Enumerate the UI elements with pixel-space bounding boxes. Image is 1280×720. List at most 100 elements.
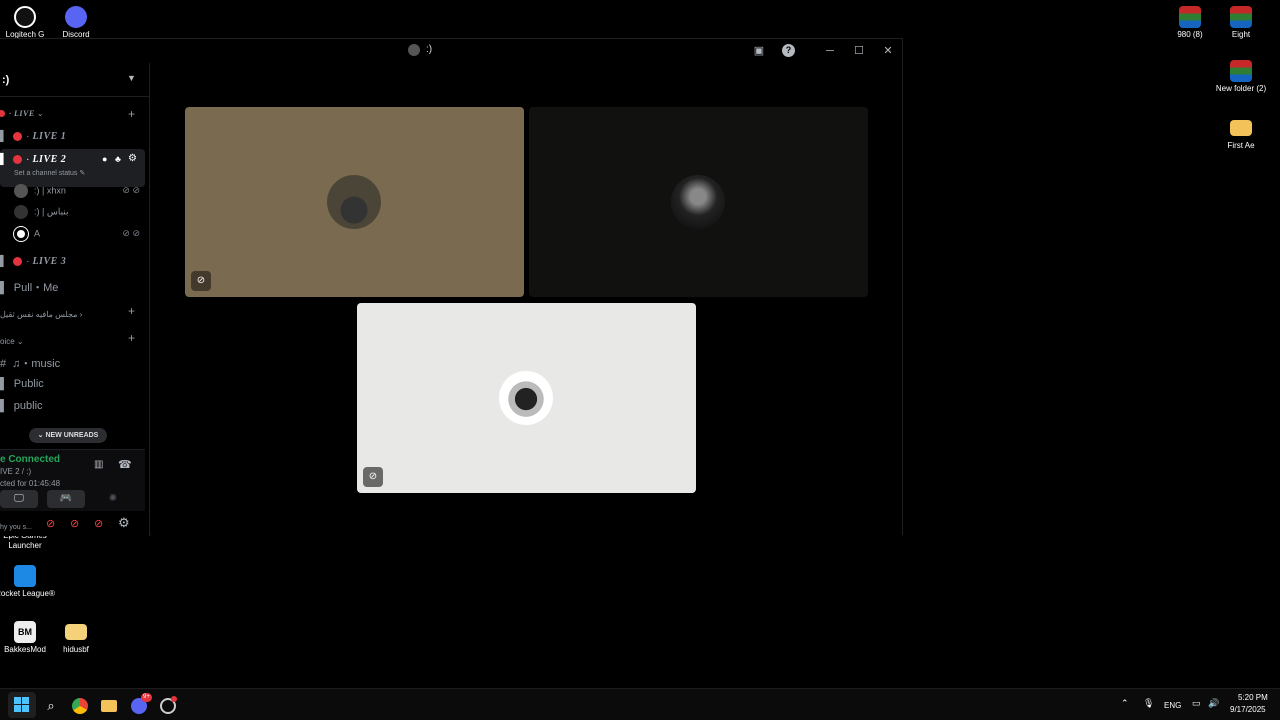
avatar xyxy=(499,371,553,425)
channel-label: Pull・Me xyxy=(13,282,59,294)
discord-icon xyxy=(65,6,87,28)
desktop-icon-hidusbf[interactable]: hidusbf xyxy=(46,621,106,655)
category-arabic[interactable]: مجلس مافيه نفس ثقيل › xyxy=(0,310,145,319)
desktop-icon-discord[interactable]: Discord xyxy=(46,6,106,40)
desktop-icon-first-ae[interactable]: First Ae xyxy=(1211,117,1271,151)
category-live[interactable]: · LIVE ⌄ xyxy=(0,109,145,118)
voice-channel-label[interactable]: IVE 2 / :) xyxy=(0,467,31,476)
noise-suppression-icon[interactable]: ▥ xyxy=(94,459,103,470)
chevron-up-icon[interactable]: ⌃ xyxy=(1121,698,1129,709)
close-button[interactable]: ✕ xyxy=(880,43,896,59)
window-title: :) xyxy=(426,44,433,55)
winrar-icon xyxy=(1230,60,1252,82)
search-icon[interactable]: ⌕ xyxy=(40,695,62,717)
help-icon[interactable]: ? xyxy=(782,44,795,57)
channel-status-hint[interactable]: Set a channel status ✎ xyxy=(14,169,149,177)
user-status[interactable]: hy you s... xyxy=(0,524,32,531)
channel-sidebar: :) ▼ · LIVE ⌄ + ▌ · LIVE 1 ▌ · LIVE 2 ● ♣ ⚙ … xyxy=(0,63,150,536)
desktop-icon-rocket-league[interactable]: Rocket League® xyxy=(0,565,55,599)
add-channel-icon[interactable]: + xyxy=(128,331,135,345)
bakkesmod-icon: BM xyxy=(14,621,36,643)
voice-duration-label: cted for 01:45:48 xyxy=(0,479,61,488)
soundboard-button[interactable]: ✺ xyxy=(94,490,132,508)
folder-icon xyxy=(65,624,87,640)
participant-tile[interactable]: ⊘ xyxy=(357,303,696,493)
desktop-icon-label: First Ae xyxy=(1227,141,1255,150)
camera-off-icon[interactable]: ⊘ xyxy=(46,517,55,530)
notification-dot xyxy=(171,696,177,702)
desktop-icon-new-folder[interactable]: New folder (2) xyxy=(1211,60,1271,94)
channel-label: public xyxy=(13,400,43,412)
minimize-button[interactable]: ─ xyxy=(822,43,838,59)
channel-label: Public xyxy=(13,378,44,390)
participant-tile[interactable] xyxy=(529,107,868,297)
user-name: :) | xhxn xyxy=(34,185,66,196)
clock-time[interactable]: 5:20 PM xyxy=(1238,693,1268,702)
deafened-icon: ⊘ xyxy=(363,467,383,487)
desktop-icon-eight[interactable]: Eight xyxy=(1211,6,1271,40)
channel-public[interactable]: ▌ Public xyxy=(0,378,145,390)
app-icon[interactable] xyxy=(157,695,179,717)
server-name: :) xyxy=(2,74,10,86)
category-label: · LIVE xyxy=(9,109,35,118)
chrome-icon[interactable] xyxy=(69,695,91,717)
voice-icon: ▌ xyxy=(0,400,8,412)
folder-icon xyxy=(1230,120,1252,136)
discord-window: :) ▣ ? ─ ☐ ✕ :) ▼ · LIVE ⌄ + ▌ · LIVE 1 ▌ ·… xyxy=(0,38,903,536)
monitor-icon[interactable]: ▭ xyxy=(1192,698,1201,709)
voice-connected-label[interactable]: e Connected xyxy=(0,454,60,465)
avatar xyxy=(13,226,29,242)
notification-badge: 9+ xyxy=(141,693,152,702)
screen-share-button[interactable]: 🖵 xyxy=(0,490,38,508)
desktop-icon-label: Eight xyxy=(1231,30,1251,39)
server-header[interactable]: :) ▼ xyxy=(0,63,149,97)
maximize-button[interactable]: ☐ xyxy=(851,43,867,59)
channel-music[interactable]: # ♫・music xyxy=(0,355,145,371)
voice-icon: ▌ xyxy=(0,378,8,390)
headphones-off-icon[interactable]: ⊘ xyxy=(94,517,103,530)
voice-icon: ▌ xyxy=(0,131,8,142)
volume-icon[interactable]: 🔊 xyxy=(1208,698,1219,709)
muted-icons: ⊘ ⊘ xyxy=(122,228,140,238)
channel-public-lower[interactable]: ▌ public xyxy=(0,400,145,412)
disconnect-icon[interactable]: ☎ xyxy=(118,458,132,471)
participant-tile[interactable]: ⊘ xyxy=(185,107,524,297)
red-dot-icon xyxy=(0,110,5,118)
category-label: مجلس مافيه نفس ثقيل xyxy=(0,310,78,319)
microphone-icon[interactable]: 🎙 xyxy=(1143,698,1154,709)
activity-button[interactable]: 🎮 xyxy=(47,490,85,508)
add-channel-icon[interactable]: + xyxy=(128,304,135,318)
voice-user[interactable]: :) | بنباس xyxy=(14,205,144,219)
category-voice[interactable]: oice ⌄ xyxy=(0,337,145,346)
desktop-icon-label: Rocket League® xyxy=(0,589,55,598)
channel-live-1[interactable]: ▌ · LIVE 1 xyxy=(0,131,145,142)
gear-icon[interactable]: ⚙ xyxy=(118,515,130,531)
chat-icon[interactable]: ● xyxy=(102,154,107,164)
channel-live-2[interactable]: ▌ · LIVE 2 ● ♣ ⚙ xyxy=(0,153,145,165)
add-channel-icon[interactable]: + xyxy=(128,107,135,121)
channel-label: LIVE 2 xyxy=(32,154,67,165)
discord-icon[interactable]: 9+ xyxy=(128,693,152,717)
user-bar: hy you s... ⊘ ⊘ ⊘ ⚙ xyxy=(0,511,145,536)
channel-pull-me[interactable]: ▌ Pull・Me xyxy=(0,279,145,295)
gear-icon[interactable]: ⚙ xyxy=(128,153,137,164)
mic-off-icon[interactable]: ⊘ xyxy=(70,517,79,530)
new-unreads-button[interactable]: ⌄ NEW UNREADS xyxy=(29,428,107,443)
channel-live-3[interactable]: ▌ · LIVE 3 xyxy=(0,256,145,267)
clock-date[interactable]: 9/17/2025 xyxy=(1230,705,1266,714)
voice-user[interactable]: :) | xhxn ⊘ ⊘ xyxy=(14,184,144,198)
windows-start-icon[interactable] xyxy=(11,694,33,716)
language-indicator[interactable]: ENG xyxy=(1164,701,1181,710)
voice-user[interactable]: A ⊘ ⊘ xyxy=(13,226,144,242)
winrar-icon xyxy=(1179,6,1201,28)
avatar xyxy=(671,175,725,229)
file-explorer-icon[interactable] xyxy=(98,695,120,717)
logitech-icon xyxy=(14,6,36,28)
inbox-icon[interactable]: ▣ xyxy=(751,43,767,59)
category-label: oice xyxy=(0,337,15,346)
title-bar: :) ▣ ? ─ ☐ ✕ xyxy=(0,39,902,63)
red-dot-icon xyxy=(13,256,23,266)
winrar-icon xyxy=(1230,6,1252,28)
server-icon xyxy=(408,44,420,56)
invite-icon[interactable]: ♣ xyxy=(115,154,121,164)
